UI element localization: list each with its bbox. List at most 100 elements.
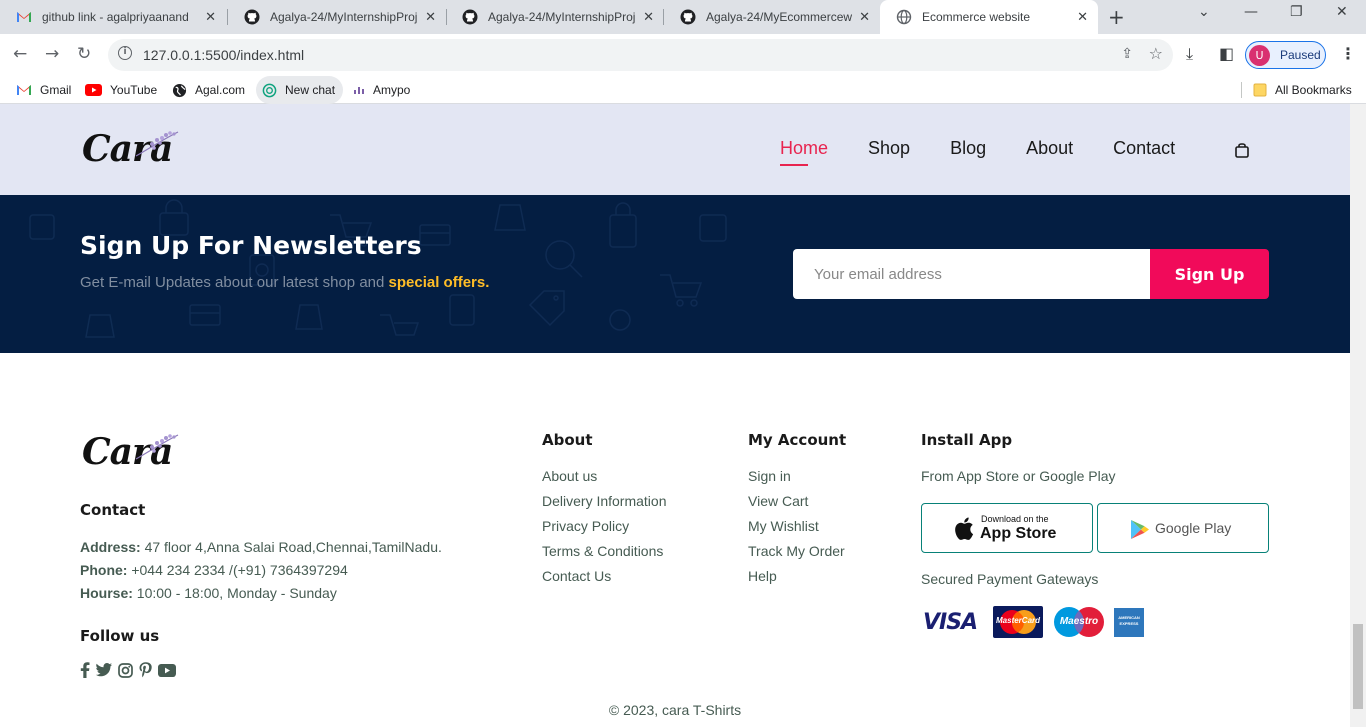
back-icon[interactable]: ← — [13, 44, 27, 64]
footer-link-contact-us[interactable]: Contact Us — [542, 568, 611, 584]
url-text[interactable]: 127.0.0.1:5500/index.html — [143, 47, 304, 63]
avatar: U — [1249, 45, 1270, 66]
shopping-bag-icon[interactable] — [1234, 142, 1250, 163]
gmail-icon — [16, 9, 32, 25]
forward-icon[interactable]: → — [45, 44, 59, 64]
profile-button[interactable]: U Paused — [1245, 41, 1326, 69]
footer-link-track-order[interactable]: Track My Order — [748, 543, 845, 559]
close-icon[interactable]: ✕ — [1077, 10, 1088, 25]
window-close-icon[interactable]: ✕ — [1336, 4, 1348, 20]
bookmark-new-chat[interactable]: New chat — [256, 76, 344, 104]
nav-home[interactable]: Home — [780, 138, 828, 166]
browser-tab[interactable]: Agalya-24/MyInternshipProj ✕ — [228, 0, 446, 34]
address-bar[interactable]: i 127.0.0.1:5500/index.html ⇪ ☆ — [108, 39, 1173, 71]
youtube-icon — [85, 84, 102, 96]
browser-tab-active[interactable]: Ecommerce website ✕ — [880, 0, 1098, 34]
google-play-icon — [1131, 520, 1149, 539]
google-play-label: Google Play — [1155, 520, 1232, 536]
install-heading: Install App — [921, 431, 1013, 449]
browser-tabstrip: github link - agalpriyaanand ✕ Agalya-24… — [0, 0, 1366, 34]
browser-toolbar: ← → ↻ i 127.0.0.1:5500/index.html ⇪ ☆ ⤓ … — [0, 34, 1366, 76]
app-store-button[interactable]: Download on the App Store — [921, 503, 1093, 553]
twitter-icon[interactable] — [96, 662, 112, 678]
site-info-icon[interactable]: i — [118, 46, 132, 60]
scrollbar-thumb[interactable] — [1353, 624, 1363, 709]
site-footer: Cara Contact Address: 47 floor 4,Anna Sa… — [0, 353, 1350, 727]
newsletter-email-input[interactable] — [793, 249, 1150, 299]
browser-tab[interactable]: Agalya-24/MyInternshipProj ✕ — [446, 0, 664, 34]
facebook-icon[interactable] — [80, 662, 90, 678]
page-scrollbar[interactable] — [1350, 104, 1366, 727]
footer-link-about-us[interactable]: About us — [542, 468, 597, 484]
instagram-icon[interactable] — [118, 662, 133, 678]
apple-icon — [955, 517, 974, 540]
nav-about[interactable]: About — [1026, 138, 1073, 159]
address-value: 47 floor 4,Anna Salai Road,Chennai,Tamil… — [144, 539, 442, 555]
pinterest-icon[interactable] — [139, 662, 152, 678]
maestro-icon: Maestro — [1053, 606, 1105, 638]
github-icon — [244, 9, 260, 25]
bookmark-star-icon[interactable]: ☆ — [1149, 44, 1163, 63]
bookmark-youtube[interactable]: YouTube — [85, 76, 157, 104]
contact-heading: Contact — [80, 501, 146, 519]
footer-link-delivery[interactable]: Delivery Information — [542, 493, 667, 509]
nav-shop[interactable]: Shop — [868, 138, 910, 159]
bookmark-agal[interactable]: Agal.com — [172, 76, 245, 104]
newsletter-signup-button[interactable]: Sign Up — [1150, 249, 1269, 299]
footer-logo[interactable]: Cara — [80, 427, 190, 477]
close-icon[interactable]: ✕ — [205, 10, 216, 25]
social-links — [80, 662, 182, 678]
new-tab-button[interactable]: + — [1108, 5, 1125, 29]
restore-icon[interactable]: ❐ — [1290, 4, 1303, 20]
browser-tab[interactable]: github link - agalpriyaanand ✕ — [0, 0, 226, 34]
globe-icon — [172, 83, 187, 98]
menu-icon[interactable]: ⋮ — [1340, 44, 1356, 63]
footer-link-privacy[interactable]: Privacy Policy — [542, 518, 629, 534]
bookmarks-divider — [1241, 82, 1242, 98]
bookmark-gmail[interactable]: Gmail — [16, 76, 71, 104]
bookmark-amypo[interactable]: Amypo — [353, 76, 410, 104]
youtube-icon[interactable] — [158, 662, 176, 678]
visa-icon: VISA — [921, 606, 981, 640]
lavender-icon — [135, 434, 179, 460]
gmail-icon — [16, 84, 32, 96]
about-heading: About — [542, 431, 593, 449]
all-bookmarks-label: All Bookmarks — [1275, 83, 1352, 97]
footer-link-help[interactable]: Help — [748, 568, 777, 584]
tab-search-icon[interactable]: ⌄ — [1198, 4, 1210, 20]
amypo-icon — [353, 85, 365, 95]
main-nav: Home Shop Blog About Contact — [780, 138, 1215, 166]
nav-contact[interactable]: Contact — [1113, 138, 1175, 159]
footer-link-terms[interactable]: Terms & Conditions — [542, 543, 663, 559]
bookmark-label: Gmail — [40, 83, 72, 97]
close-icon[interactable]: ✕ — [425, 10, 436, 25]
reload-icon[interactable]: ↻ — [77, 44, 91, 64]
bookmark-label: Agal.com — [195, 83, 246, 97]
bookmarks-bar: Gmail YouTube Agal.com New chat Amypo Al… — [0, 76, 1366, 104]
folder-icon — [1253, 83, 1267, 97]
share-icon[interactable]: ⇪ — [1121, 46, 1133, 62]
close-icon[interactable]: ✕ — [643, 10, 654, 25]
download-icon[interactable]: ⤓ — [1186, 44, 1193, 64]
phone-line: Phone: +044 234 2334 /(+91) 7364397294 — [80, 562, 348, 578]
all-bookmarks[interactable]: All Bookmarks — [1253, 76, 1352, 104]
newsletter-section: Sign Up For Newsletters Get E-mail Updat… — [0, 195, 1350, 353]
close-icon[interactable]: ✕ — [859, 10, 870, 25]
side-panel-icon[interactable]: ◧ — [1219, 44, 1234, 63]
google-play-button[interactable]: Google Play — [1097, 503, 1269, 553]
site-logo[interactable]: Cara — [80, 124, 190, 174]
mastercard-text: MasterCard — [996, 616, 1041, 625]
phone-label: Phone: — [80, 562, 128, 578]
github-icon — [462, 9, 478, 25]
copyright: © 2023, cara T-Shirts — [608, 702, 742, 718]
american-express-icon: AMERICAN EXPRESS — [1114, 608, 1144, 637]
footer-link-sign-in[interactable]: Sign in — [748, 468, 791, 484]
tab-title: Agalya-24/MyInternshipProj — [270, 10, 418, 24]
minimize-icon[interactable]: — — [1244, 4, 1258, 20]
app-store-small-text: Download on the — [981, 514, 1049, 524]
footer-link-view-cart[interactable]: View Cart — [748, 493, 808, 509]
nav-blog[interactable]: Blog — [950, 138, 986, 159]
install-subtitle: From App Store or Google Play — [921, 468, 1116, 484]
footer-link-wishlist[interactable]: My Wishlist — [748, 518, 819, 534]
browser-tab[interactable]: Agalya-24/MyEcommercew ✕ — [664, 0, 880, 34]
